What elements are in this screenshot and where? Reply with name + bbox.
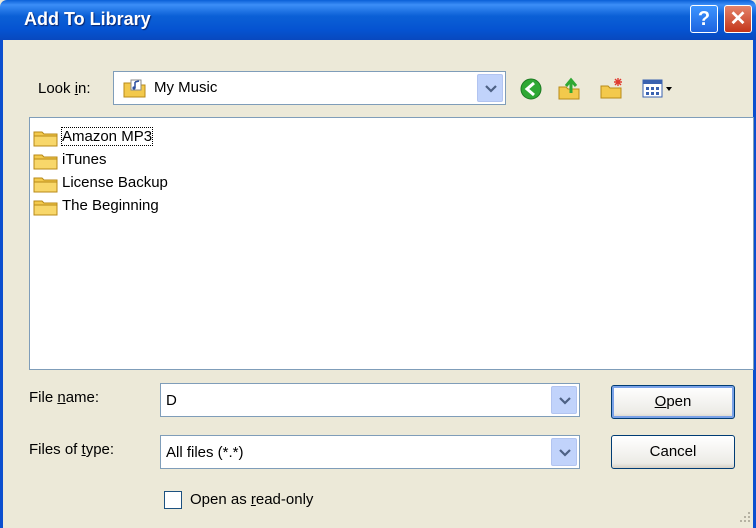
file-name-input[interactable]: D — [160, 383, 580, 417]
folder-name: License Backup — [62, 174, 168, 191]
cancel-button[interactable]: Cancel — [611, 435, 735, 469]
folder-name: iTunes — [62, 151, 107, 168]
resize-grip-icon[interactable] — [738, 510, 752, 524]
file-name-dropdown-arrow[interactable] — [551, 386, 577, 414]
folder-name: The Beginning — [62, 197, 159, 214]
open-read-only-label[interactable]: Open as read-only — [190, 491, 313, 508]
close-button[interactable]: ✕ — [724, 5, 752, 33]
file-name-label: File name: — [29, 389, 100, 406]
back-icon — [520, 78, 542, 100]
window-frame-left — [0, 40, 3, 528]
files-of-type-dropdown-arrow[interactable] — [551, 438, 577, 466]
files-of-type-value: All files (*.*) — [166, 444, 244, 461]
back-button[interactable] — [516, 74, 546, 104]
file-list[interactable]: Amazon MP3 iTunes License Backup The Beg… — [29, 117, 754, 370]
chevron-down-icon — [559, 449, 571, 457]
folder-name: Amazon MP3 — [60, 127, 154, 146]
chevron-down-icon — [559, 397, 571, 405]
folder-icon — [33, 198, 59, 220]
open-read-only-checkbox[interactable] — [164, 491, 182, 509]
my-music-folder-icon — [122, 77, 148, 103]
look-in-dropdown-arrow[interactable] — [477, 74, 503, 102]
look-in-label: Look in: — [38, 80, 91, 97]
new-folder-icon — [600, 78, 622, 99]
create-new-folder-button[interactable] — [596, 74, 626, 104]
up-one-level-button[interactable] — [554, 74, 584, 104]
file-name-value[interactable]: D — [166, 392, 177, 409]
view-menu-button[interactable] — [638, 74, 680, 104]
files-of-type-label: Files of type: — [29, 441, 115, 458]
help-button[interactable]: ? — [690, 5, 718, 33]
look-in-dropdown[interactable]: My Music — [113, 71, 506, 105]
add-to-library-dialog: Add To Library ? ✕ Look in: My Music Ama… — [0, 0, 756, 528]
up-folder-icon — [558, 77, 580, 100]
look-in-value: My Music — [154, 79, 218, 96]
chevron-down-icon — [485, 85, 497, 93]
folder-icon — [33, 129, 59, 151]
folder-icon — [33, 152, 59, 174]
folder-icon — [33, 175, 59, 197]
title-bar[interactable]: Add To Library ? ✕ — [0, 0, 756, 40]
files-of-type-dropdown[interactable]: All files (*.*) — [160, 435, 580, 469]
view-menu-icon — [642, 79, 672, 98]
open-button[interactable]: Open — [611, 385, 735, 419]
window-title: Add To Library — [24, 9, 151, 29]
